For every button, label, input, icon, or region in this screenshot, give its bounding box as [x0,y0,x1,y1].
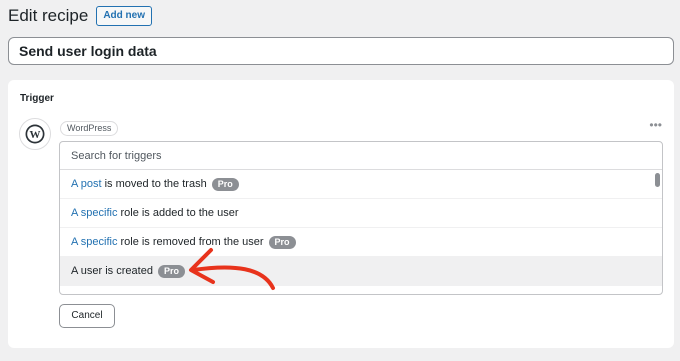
pro-badge: Pro [211,177,239,191]
wordpress-logo-icon: W [19,118,51,150]
option-link[interactable]: A specific [71,236,117,248]
trigger-options-list: A post is moved to the trash Pro A speci… [60,170,662,286]
trigger-option-post-trashed[interactable]: A post is moved to the trash Pro [60,170,662,199]
trigger-search-input[interactable]: Search for triggers [60,142,662,170]
page-title: Edit recipe [8,6,89,25]
add-new-button[interactable]: Add new [96,6,152,26]
svg-text:W: W [30,129,41,141]
option-label: role is added to the user [120,207,239,219]
header: Edit recipe Add new [8,6,152,26]
pro-badge: Pro [157,264,185,278]
option-link[interactable]: A post [71,178,102,190]
trigger-option-role-added[interactable]: A specific role is added to the user [60,199,662,228]
trigger-option-user-created[interactable]: A user is created Pro [60,257,662,286]
recipe-title-input[interactable]: Send user login data [8,37,674,65]
option-label: A user is created [71,265,153,277]
dropdown-scrollbar[interactable] [655,173,660,293]
scroll-thumb[interactable] [655,173,660,187]
cancel-button[interactable]: Cancel [59,304,115,328]
option-label: is moved to the trash [104,178,207,190]
trigger-dropdown: Search for triggers A post is moved to t… [59,141,663,295]
integration-tag: WordPress [60,121,119,136]
option-link[interactable]: A specific [71,207,117,219]
more-dots-icon[interactable]: ••• [649,119,662,131]
red-arrow-icon [189,248,275,290]
trigger-heading: Trigger [20,93,54,104]
trigger-panel: Trigger W WordPress ••• Search for trigg… [8,80,674,348]
trigger-option-role-removed[interactable]: A specific role is removed from the user… [60,228,662,257]
